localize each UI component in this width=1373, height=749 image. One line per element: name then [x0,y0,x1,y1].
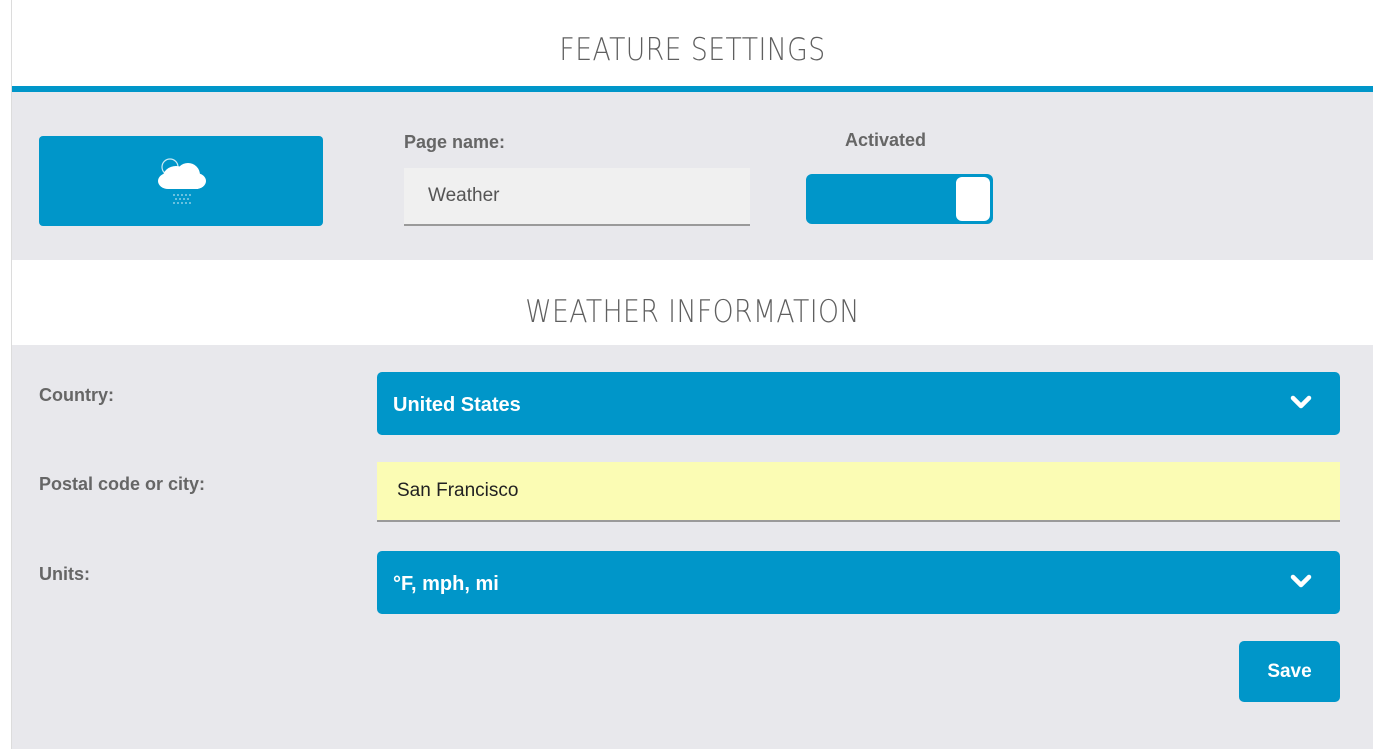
weather-information-title: WEATHER INFORMATION [525,294,860,330]
save-button[interactable]: Save [1239,641,1340,702]
country-select-value: United States [393,394,521,416]
cloud-rain-icon [158,158,206,204]
units-select-value: °F, mph, mi [393,573,499,595]
chevron-down-icon [1290,395,1312,409]
postal-code-input[interactable] [377,462,1340,522]
feature-icon-button[interactable] [39,136,323,226]
country-select[interactable]: United States [377,372,1340,435]
units-select[interactable]: °F, mph, mi [377,551,1340,614]
page-name-input[interactable] [404,168,750,226]
page-name-label: Page name: [404,132,506,152]
chevron-down-icon [1290,574,1312,588]
toggle-knob [956,177,990,221]
activated-label: Activated [845,130,927,150]
left-border [0,0,12,749]
activated-toggle[interactable] [806,174,993,224]
postal-code-label: Postal code or city: [39,474,206,494]
feature-settings-title: FEATURE SETTINGS [559,32,826,68]
country-label: Country: [39,385,114,405]
units-label: Units: [39,564,90,584]
